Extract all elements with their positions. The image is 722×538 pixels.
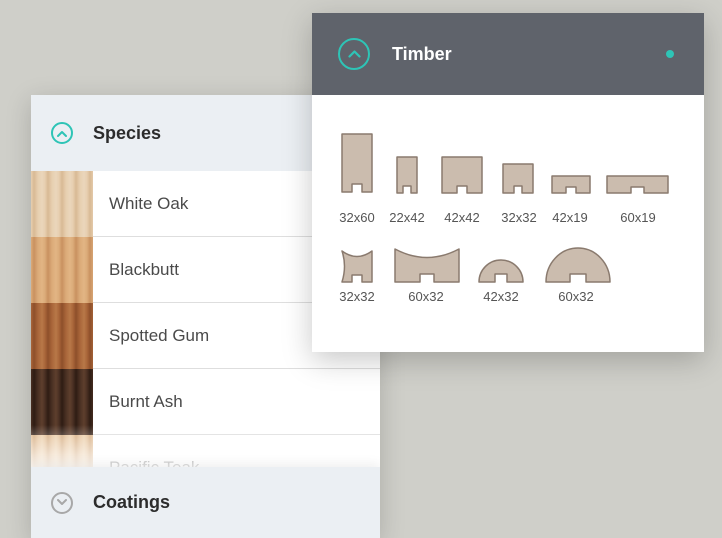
species-item-label: Burnt Ash (109, 391, 183, 411)
profile-60x32-concave-icon[interactable] (394, 248, 460, 283)
timber-panel: Timber 32x60 22x42 42x42 32x32 42x19 60x… (312, 13, 704, 352)
profile-32x32-icon[interactable] (502, 163, 534, 194)
profile-42x32-round-icon[interactable] (478, 249, 524, 283)
coatings-header[interactable]: Coatings (31, 467, 380, 538)
profile-60x32-round-icon[interactable] (545, 247, 611, 283)
species-item-label: White Oak (109, 193, 189, 213)
profile-60x19-icon[interactable] (606, 175, 669, 194)
coatings-title: Coatings (93, 492, 171, 512)
profile-label: 42x19 (552, 210, 588, 225)
species-title: Species (93, 122, 162, 143)
profile-grid: 32x60 22x42 42x42 32x32 42x19 60x19 32x3… (312, 95, 704, 352)
profile-label: 32x60 (339, 210, 375, 225)
chevron-up-icon[interactable] (51, 122, 73, 144)
profile-22x42-icon[interactable] (396, 156, 418, 194)
profile-42x19-icon[interactable] (551, 175, 591, 194)
wood-swatch (31, 302, 93, 369)
chevron-down-icon[interactable] (51, 491, 73, 514)
profile-32x32-concave-icon[interactable] (341, 250, 373, 283)
profile-label: 42x42 (444, 210, 480, 225)
profile-label: 32x32 (501, 210, 537, 225)
profile-label: 60x32 (408, 289, 444, 304)
species-item-burnt-ash[interactable]: Burnt Ash (31, 368, 380, 435)
profile-label: 32x32 (339, 289, 375, 304)
status-dot-icon (666, 50, 674, 58)
species-item-label: Spotted Gum (109, 325, 210, 345)
profile-label: 60x32 (558, 289, 594, 304)
timber-title: Timber (392, 43, 452, 64)
timber-header[interactable]: Timber (312, 13, 704, 95)
chevron-up-icon[interactable] (338, 38, 370, 70)
profile-label: 22x42 (389, 210, 425, 225)
wood-swatch (31, 170, 93, 237)
profile-32x60-icon[interactable] (341, 133, 373, 193)
profile-label: 42x32 (483, 289, 519, 304)
wood-swatch (31, 368, 93, 435)
species-item-label: Blackbutt (109, 259, 179, 279)
profile-42x42-icon[interactable] (441, 156, 483, 194)
wood-swatch (31, 236, 93, 303)
profile-label: 60x19 (620, 210, 656, 225)
